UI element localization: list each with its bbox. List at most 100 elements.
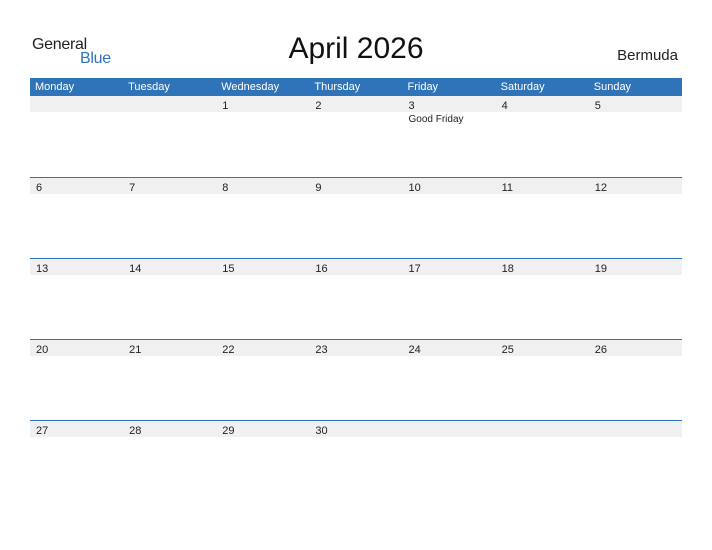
day-number: 9 (315, 182, 322, 194)
day-number: 22 (222, 344, 235, 356)
week-row: 13 14 15 16 17 18 19 (30, 258, 682, 339)
day-cell (123, 96, 216, 112)
day-cell: 18 (496, 259, 589, 275)
weekday-sunday: Sunday (593, 81, 632, 93)
day-number-strip: 13 14 15 16 17 18 19 (30, 259, 682, 275)
holiday-label (30, 194, 123, 196)
day-cell: 4 (496, 96, 589, 112)
day-cell: 22 (216, 340, 309, 356)
holiday-label (496, 356, 589, 358)
day-number: 29 (222, 425, 235, 437)
day-number-strip: 6 7 8 9 10 11 12 (30, 178, 682, 194)
day-cell: 25 (496, 340, 589, 356)
day-number: 23 (315, 344, 328, 356)
holiday-label (589, 112, 682, 125)
holiday-label (30, 275, 123, 277)
holiday-label (309, 112, 402, 125)
events-row (30, 194, 682, 196)
day-number: 21 (129, 344, 142, 356)
weekday-saturday: Saturday (500, 81, 545, 93)
holiday-label (216, 356, 309, 358)
holiday-label (123, 356, 216, 358)
holiday-label (309, 356, 402, 358)
holiday-label (403, 194, 496, 196)
week-row: 20 21 22 23 24 25 26 (30, 339, 682, 420)
day-cell: 20 (30, 340, 123, 356)
holiday-label (496, 437, 589, 439)
holiday-label (216, 437, 309, 439)
day-number: 30 (315, 425, 328, 437)
day-number: 25 (501, 344, 514, 356)
events-row (30, 356, 682, 358)
holiday-label (403, 275, 496, 277)
day-number: 24 (408, 344, 421, 356)
holiday-label (309, 194, 402, 196)
day-number: 28 (129, 425, 142, 437)
weekday-header: Monday Tuesday Wednesday Thursday Friday… (30, 78, 682, 96)
day-cell: 3 (403, 96, 496, 112)
holiday-label (216, 275, 309, 277)
day-cell: 6 (30, 178, 123, 194)
events-row: Good Friday (30, 112, 682, 125)
day-cell: 10 (403, 178, 496, 194)
day-cell: 7 (123, 178, 216, 194)
day-cell (403, 421, 496, 437)
holiday-label (216, 112, 309, 125)
day-number: 4 (501, 100, 508, 112)
day-cell: 27 (30, 421, 123, 437)
holiday-label (30, 112, 123, 125)
day-cell: 13 (30, 259, 123, 275)
day-number: 2 (315, 100, 322, 112)
holiday-label (589, 356, 682, 358)
day-cell (496, 421, 589, 437)
day-number: 11 (501, 182, 514, 194)
day-cell: 5 (589, 96, 682, 112)
holiday-label (496, 275, 589, 277)
day-cell: 12 (589, 178, 682, 194)
day-cell (30, 96, 123, 112)
holiday-label (123, 275, 216, 277)
day-number: 7 (129, 182, 136, 194)
day-cell: 15 (216, 259, 309, 275)
holiday-label (30, 437, 123, 439)
day-number: 14 (129, 263, 142, 275)
holiday-label: Good Friday (408, 114, 464, 125)
day-cell: 8 (216, 178, 309, 194)
day-number: 16 (315, 263, 328, 275)
day-cell: 16 (309, 259, 402, 275)
holiday-label (589, 194, 682, 196)
weekday-monday: Monday (35, 81, 75, 93)
day-number: 13 (36, 263, 49, 275)
calendar-grid: 1 2 3 4 5 Good Friday 6 7 8 9 10 11 12 13 14 15 16 17 18 19… (30, 96, 682, 501)
day-cell: 28 (123, 421, 216, 437)
day-number: 3 (408, 100, 415, 112)
holiday-label (403, 356, 496, 358)
day-number: 18 (501, 263, 514, 275)
day-cell: 21 (123, 340, 216, 356)
day-cell: 26 (589, 340, 682, 356)
holiday-label (123, 112, 216, 125)
holiday-label (123, 437, 216, 439)
day-number: 20 (36, 344, 49, 356)
day-cell: 11 (496, 178, 589, 194)
day-cell: 23 (309, 340, 402, 356)
holiday-label (496, 112, 589, 125)
day-cell (589, 421, 682, 437)
day-cell: 14 (123, 259, 216, 275)
day-number: 12 (594, 182, 607, 194)
holiday-label (30, 356, 123, 358)
day-number-strip: 27 28 29 30 (30, 421, 682, 437)
day-number: 10 (408, 182, 421, 194)
day-cell: 30 (309, 421, 402, 437)
holiday-label (309, 437, 402, 439)
day-cell: 19 (589, 259, 682, 275)
holiday-label (216, 194, 309, 196)
day-cell: 24 (403, 340, 496, 356)
day-number: 27 (36, 425, 49, 437)
day-number: 19 (594, 263, 607, 275)
day-cell: 17 (403, 259, 496, 275)
week-row: 6 7 8 9 10 11 12 (30, 177, 682, 258)
day-number: 17 (408, 263, 421, 275)
weekday-thursday: Thursday (314, 81, 361, 93)
holiday-label (589, 275, 682, 277)
